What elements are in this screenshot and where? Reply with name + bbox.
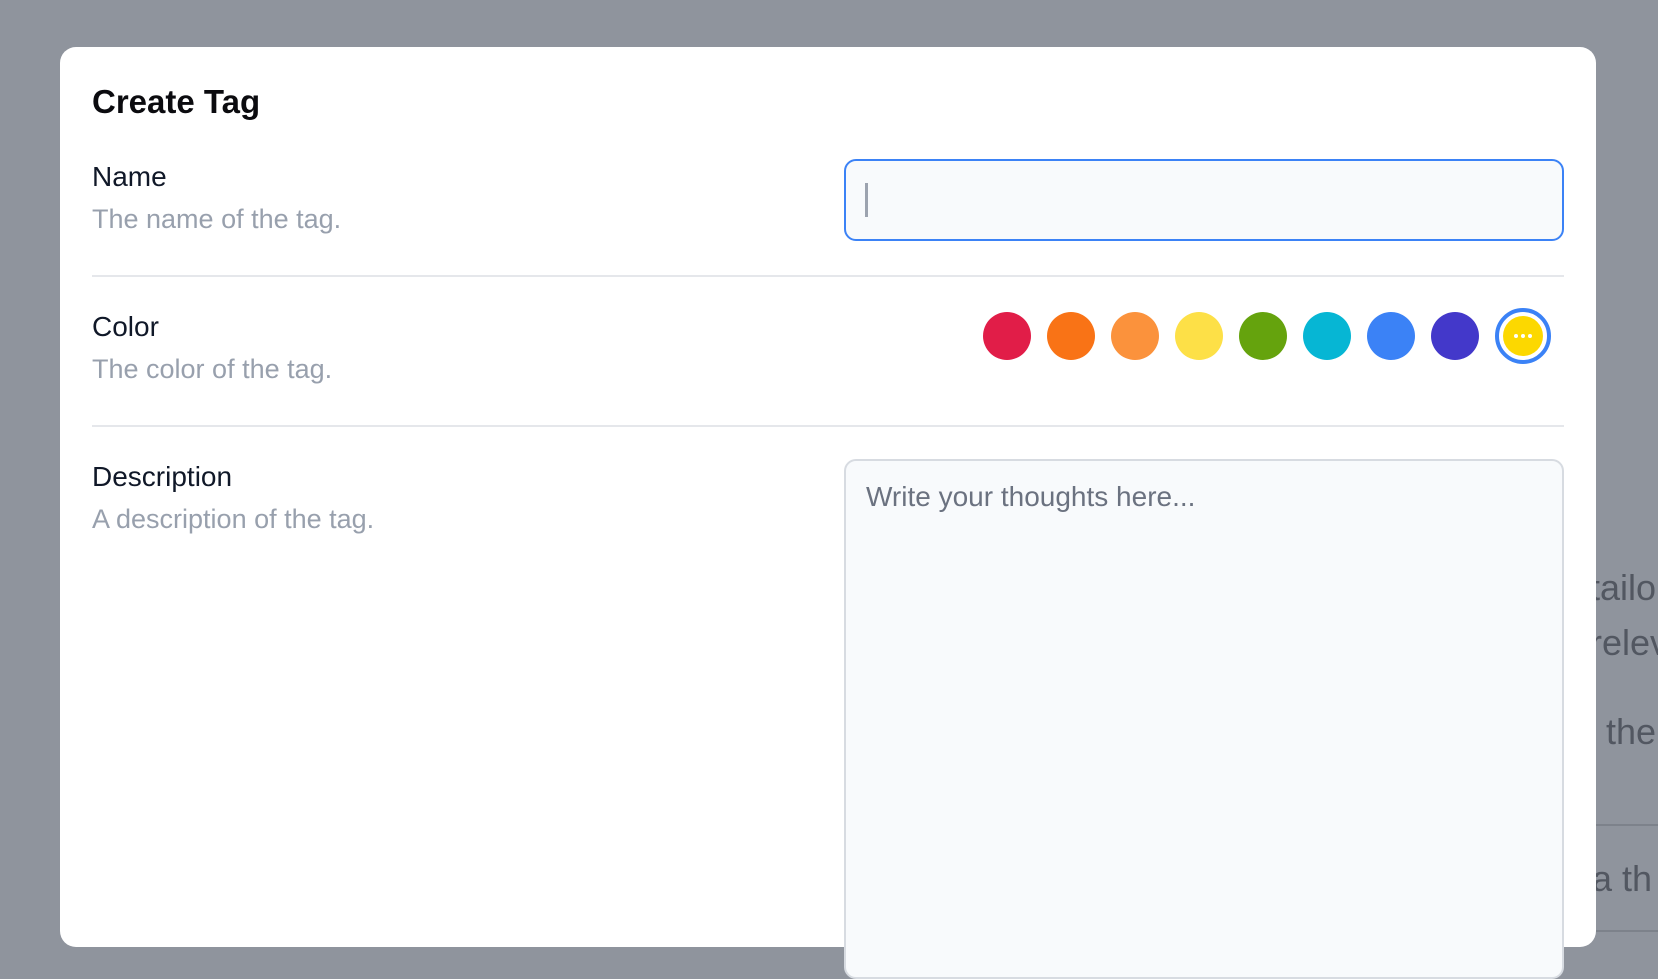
color-swatch-green[interactable] — [1239, 312, 1287, 360]
text-caret — [865, 183, 868, 217]
color-swatch-crimson[interactable] — [983, 312, 1031, 360]
background-text-2: relev — [1590, 622, 1658, 663]
modal-title: Create Tag — [92, 83, 261, 120]
create-tag-modal: Create Tag Name The name of the tag. Col… — [60, 47, 1596, 979]
more-dots-icon — [1514, 334, 1532, 338]
background-text-4: a th — [1592, 858, 1653, 899]
color-swatch-yellow[interactable] — [1175, 312, 1223, 360]
color-swatch-blue[interactable] — [1367, 312, 1415, 360]
description-textarea[interactable] — [844, 459, 1564, 979]
background-text-1: tailo — [1590, 567, 1657, 608]
color-swatch-selected[interactable] — [1495, 308, 1551, 364]
color-swatch-light-orange[interactable] — [1111, 312, 1159, 360]
selected-color-fill — [1503, 316, 1543, 356]
color-swatch-orange[interactable] — [1047, 312, 1095, 360]
background-divider — [1596, 930, 1658, 932]
background-text-3: the — [1606, 711, 1657, 752]
color-swatch-cyan[interactable] — [1303, 312, 1351, 360]
divider — [92, 275, 1564, 277]
color-swatch-list — [983, 308, 1551, 364]
color-swatch-indigo[interactable] — [1431, 312, 1479, 360]
divider — [92, 425, 1564, 427]
name-input[interactable] — [844, 159, 1564, 241]
background-divider — [1596, 824, 1658, 826]
